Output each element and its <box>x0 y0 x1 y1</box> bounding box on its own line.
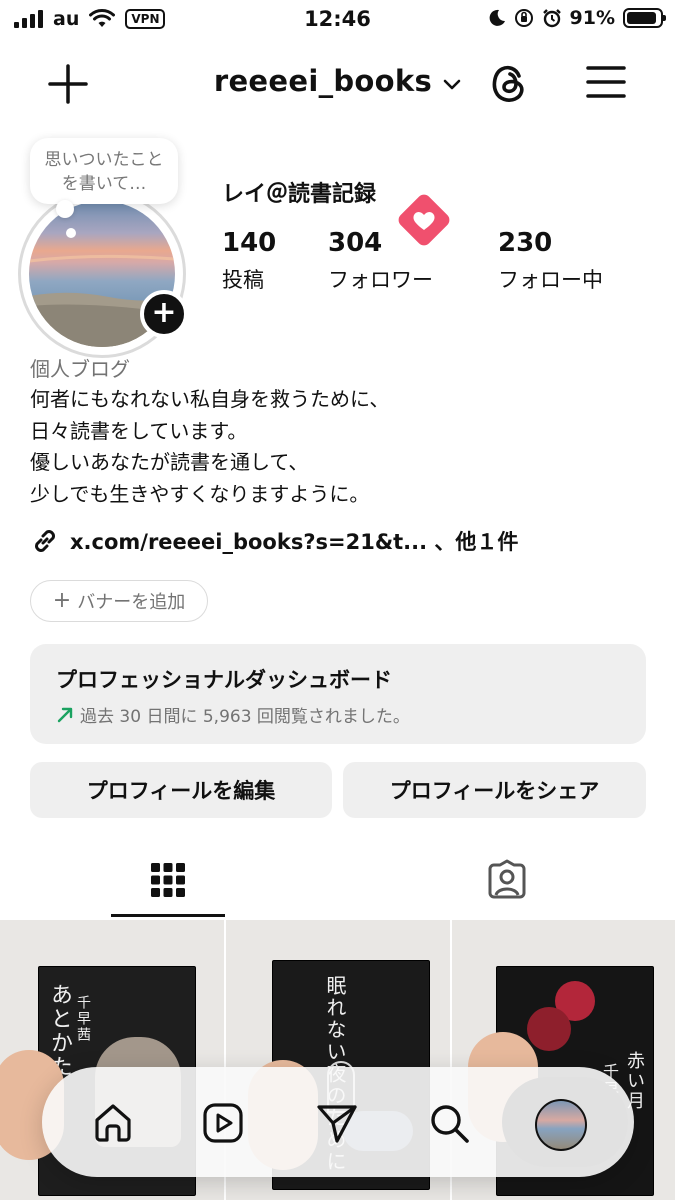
posts-label: 投稿 <box>222 268 264 292</box>
following-label: フォロー中 <box>498 268 603 292</box>
bio: 個人ブログ 何者にもなれない私自身を救うために、 日々読書をしています。 優しい… <box>30 354 650 510</box>
bio-line: 日々読書をしています。 <box>30 418 248 443</box>
plus-icon: + <box>52 588 72 613</box>
stat-following[interactable]: 230 フォロー中 <box>498 228 603 294</box>
grid-icon <box>151 863 185 897</box>
bio-line: 少しでも生きやすくなりますように。 <box>30 481 370 506</box>
add-banner-button[interactable]: + バナーを追加 <box>30 580 208 622</box>
nav-profile-avatar[interactable] <box>535 1099 587 1151</box>
followers-count: 304 <box>328 228 383 258</box>
battery-percent: 91% <box>569 7 615 29</box>
status-bar: au VPN 12:46 91% <box>0 0 675 38</box>
tab-tagged[interactable] <box>450 840 564 920</box>
link-icon <box>35 530 55 552</box>
following-count: 230 <box>498 228 553 258</box>
threads-icon[interactable] <box>486 60 532 106</box>
header-username: reeeei_books <box>213 64 433 98</box>
bio-link-text[interactable]: x.com/reeeei_books?s=21&t... 、他１件 <box>70 526 518 556</box>
note-bubble[interactable]: 思いついたことを書いて… <box>30 138 178 204</box>
add-banner-label: バナーを追加 <box>77 592 186 613</box>
pomegranate-illustration <box>527 1007 571 1051</box>
book-author: 千早茜 <box>75 995 91 1043</box>
dashboard-title: プロフェッショナルダッシュボード <box>56 668 392 692</box>
bio-link[interactable]: x.com/reeeei_books?s=21&t... 、他１件 <box>30 526 518 556</box>
orientation-lock-icon <box>514 9 533 27</box>
note-bubble-tail <box>56 200 74 218</box>
trend-up-arrow-icon <box>57 707 73 722</box>
moon-icon <box>489 9 505 26</box>
add-story-plus-icon[interactable]: + <box>140 290 188 338</box>
bio-line: 何者にもなれない私自身を救うために、 <box>30 387 390 411</box>
dashboard-subtitle: 過去 30 日間に 5,963 回閲覧されました。 <box>80 707 410 727</box>
chevron-down-icon <box>443 79 461 89</box>
note-bubble-tail-small <box>66 228 76 238</box>
search-icon <box>431 1105 469 1143</box>
nav-messages[interactable] <box>314 1100 360 1146</box>
profile-header: reeeei_books <box>0 48 675 118</box>
stat-posts[interactable]: 140 投稿 <box>222 228 276 294</box>
tab-grid[interactable] <box>111 840 225 920</box>
followers-label: フォロワー <box>328 268 433 292</box>
professional-dashboard[interactable]: プロフェッショナルダッシュボード 過去 30 日間に 5,963 回閲覧されまし… <box>30 644 646 744</box>
username-switcher[interactable]: reeeei_books <box>0 64 675 98</box>
bio-line: 優しいあなたが読書を通して、 <box>30 450 309 474</box>
active-tab-indicator <box>111 914 225 917</box>
tagged-person-icon <box>488 859 526 899</box>
nav-reels[interactable] <box>200 1100 246 1146</box>
bottom-navigation <box>42 1067 634 1177</box>
send-icon <box>317 1105 357 1143</box>
reels-icon <box>203 1103 243 1143</box>
menu-icon[interactable] <box>584 62 628 102</box>
bio-category: 個人ブログ <box>30 357 130 381</box>
battery-icon <box>623 8 666 28</box>
alarm-icon <box>542 9 561 28</box>
posts-count: 140 <box>222 228 277 258</box>
nav-search[interactable] <box>426 1100 472 1146</box>
home-icon <box>95 1104 131 1142</box>
share-profile-button[interactable]: プロフィールをシェア <box>343 762 646 818</box>
edit-profile-button[interactable]: プロフィールを編集 <box>30 762 332 818</box>
nav-home[interactable] <box>90 1100 136 1146</box>
stat-followers[interactable]: 304 フォロワー <box>328 228 433 294</box>
display-name: レイ＠読書記録 <box>222 182 377 207</box>
content-tabs <box>0 840 675 920</box>
